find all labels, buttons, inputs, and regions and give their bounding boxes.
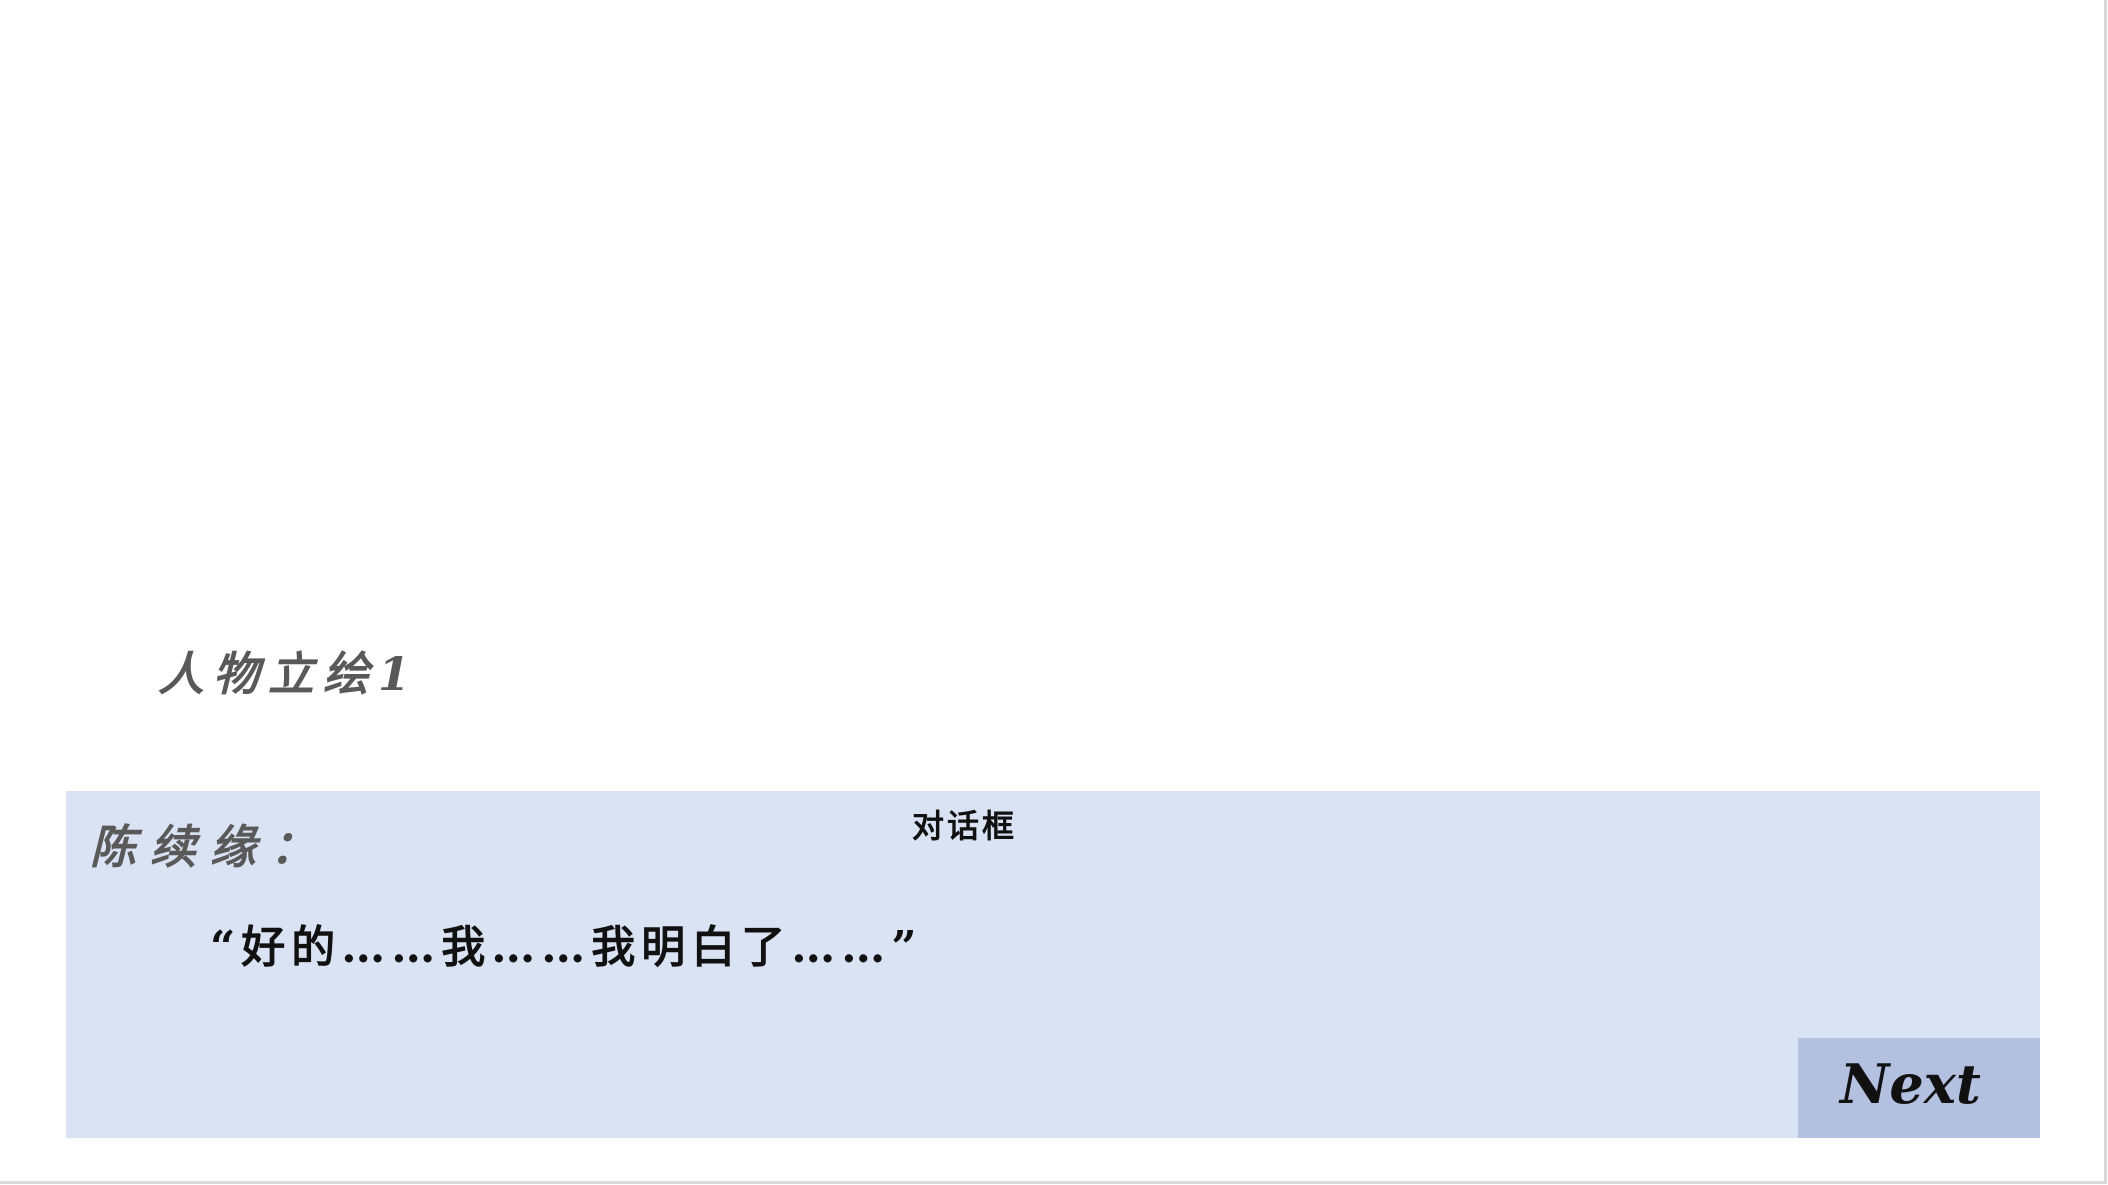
dialogue-box-label: 对话框: [912, 807, 1018, 845]
dialogue-box: 陈续缘： 对话框 “好的……我……我明白了……” Next: [66, 791, 2040, 1138]
next-button-label: Next: [1840, 1052, 1981, 1116]
game-scene: 人物立绘1 陈续缘： 对话框 “好的……我……我明白了……” Next: [0, 0, 2107, 1184]
dialogue-line: “好的……我……我明白了……”: [210, 922, 923, 973]
next-button[interactable]: Next: [1798, 1038, 2040, 1138]
speaker-name: 陈续缘：: [90, 820, 330, 874]
character-sprite-placeholder: 人物立绘1: [158, 647, 420, 701]
